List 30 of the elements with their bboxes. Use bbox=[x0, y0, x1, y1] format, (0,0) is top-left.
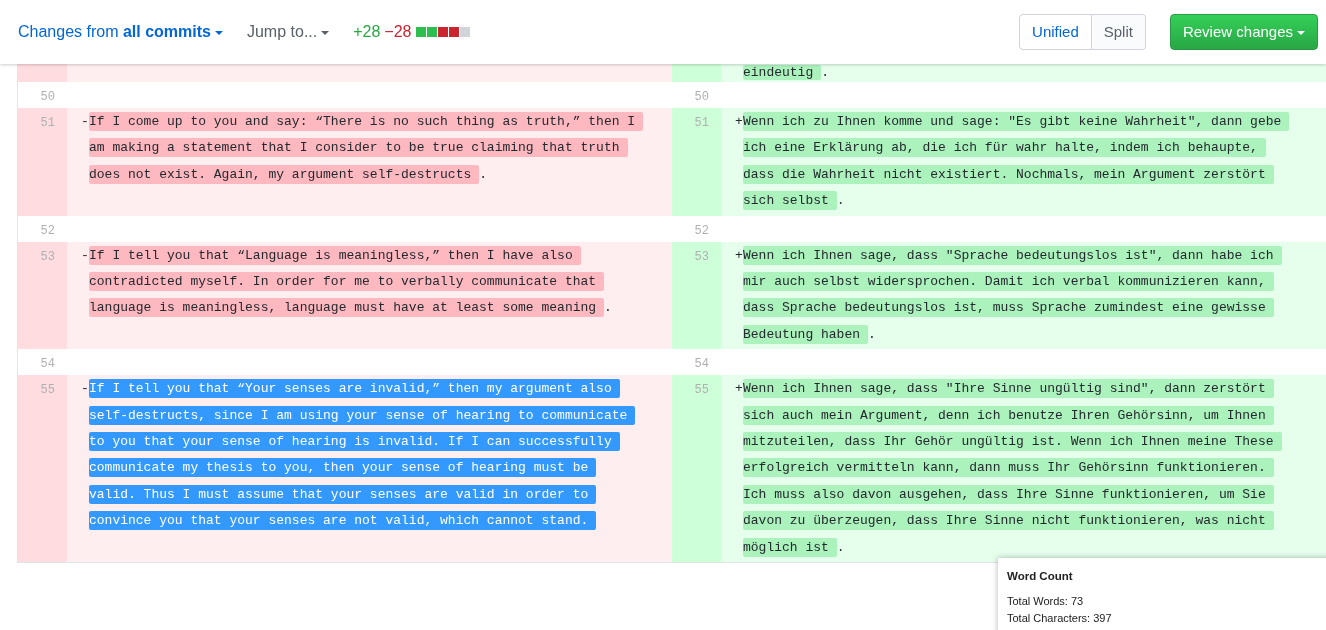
popup-title: Word Count bbox=[1007, 569, 1074, 584]
diff-sign: - bbox=[81, 381, 89, 397]
line-number: 53 bbox=[18, 241, 67, 350]
line-number: 51 bbox=[18, 108, 67, 216]
line-number: 55 bbox=[672, 375, 721, 563]
line-number: 55 bbox=[18, 375, 67, 563]
code-line: language is meaningless, language must have at least some meaning . bbox=[89, 297, 612, 320]
diff-sign: + bbox=[735, 247, 743, 263]
caret-icon bbox=[321, 30, 330, 35]
deletions-count: −28 bbox=[384, 22, 412, 42]
popup-text: Total Words: 73 bbox=[1007, 594, 1085, 610]
code-line: Bedeutung haben . bbox=[743, 323, 876, 346]
view-toggle-button[interactable]: Unified bbox=[1019, 13, 1092, 51]
changes-from-link[interactable]: Changes from all commits bbox=[18, 20, 223, 44]
diff-sign: - bbox=[81, 247, 89, 263]
caret-icon bbox=[1297, 30, 1305, 35]
line-number: 51 bbox=[672, 108, 721, 216]
additions-count: +28 bbox=[353, 22, 381, 42]
diff-sign: + bbox=[735, 381, 743, 397]
line-number: 53 bbox=[672, 241, 721, 350]
code-line: sich selbst . bbox=[743, 190, 845, 213]
gutter-cell bbox=[18, 64, 67, 82]
code-line: möglich ist . bbox=[743, 536, 845, 559]
diff-sign: + bbox=[735, 114, 743, 129]
view-toggle-button[interactable]: Split bbox=[1091, 13, 1146, 51]
gutter-cell bbox=[672, 64, 721, 82]
caret-icon bbox=[214, 30, 223, 35]
jump-to-menu[interactable]: Jump to... bbox=[246, 20, 330, 44]
diff-sign: - bbox=[81, 114, 89, 129]
popup-text: Total Characters: 397 bbox=[1007, 611, 1113, 627]
